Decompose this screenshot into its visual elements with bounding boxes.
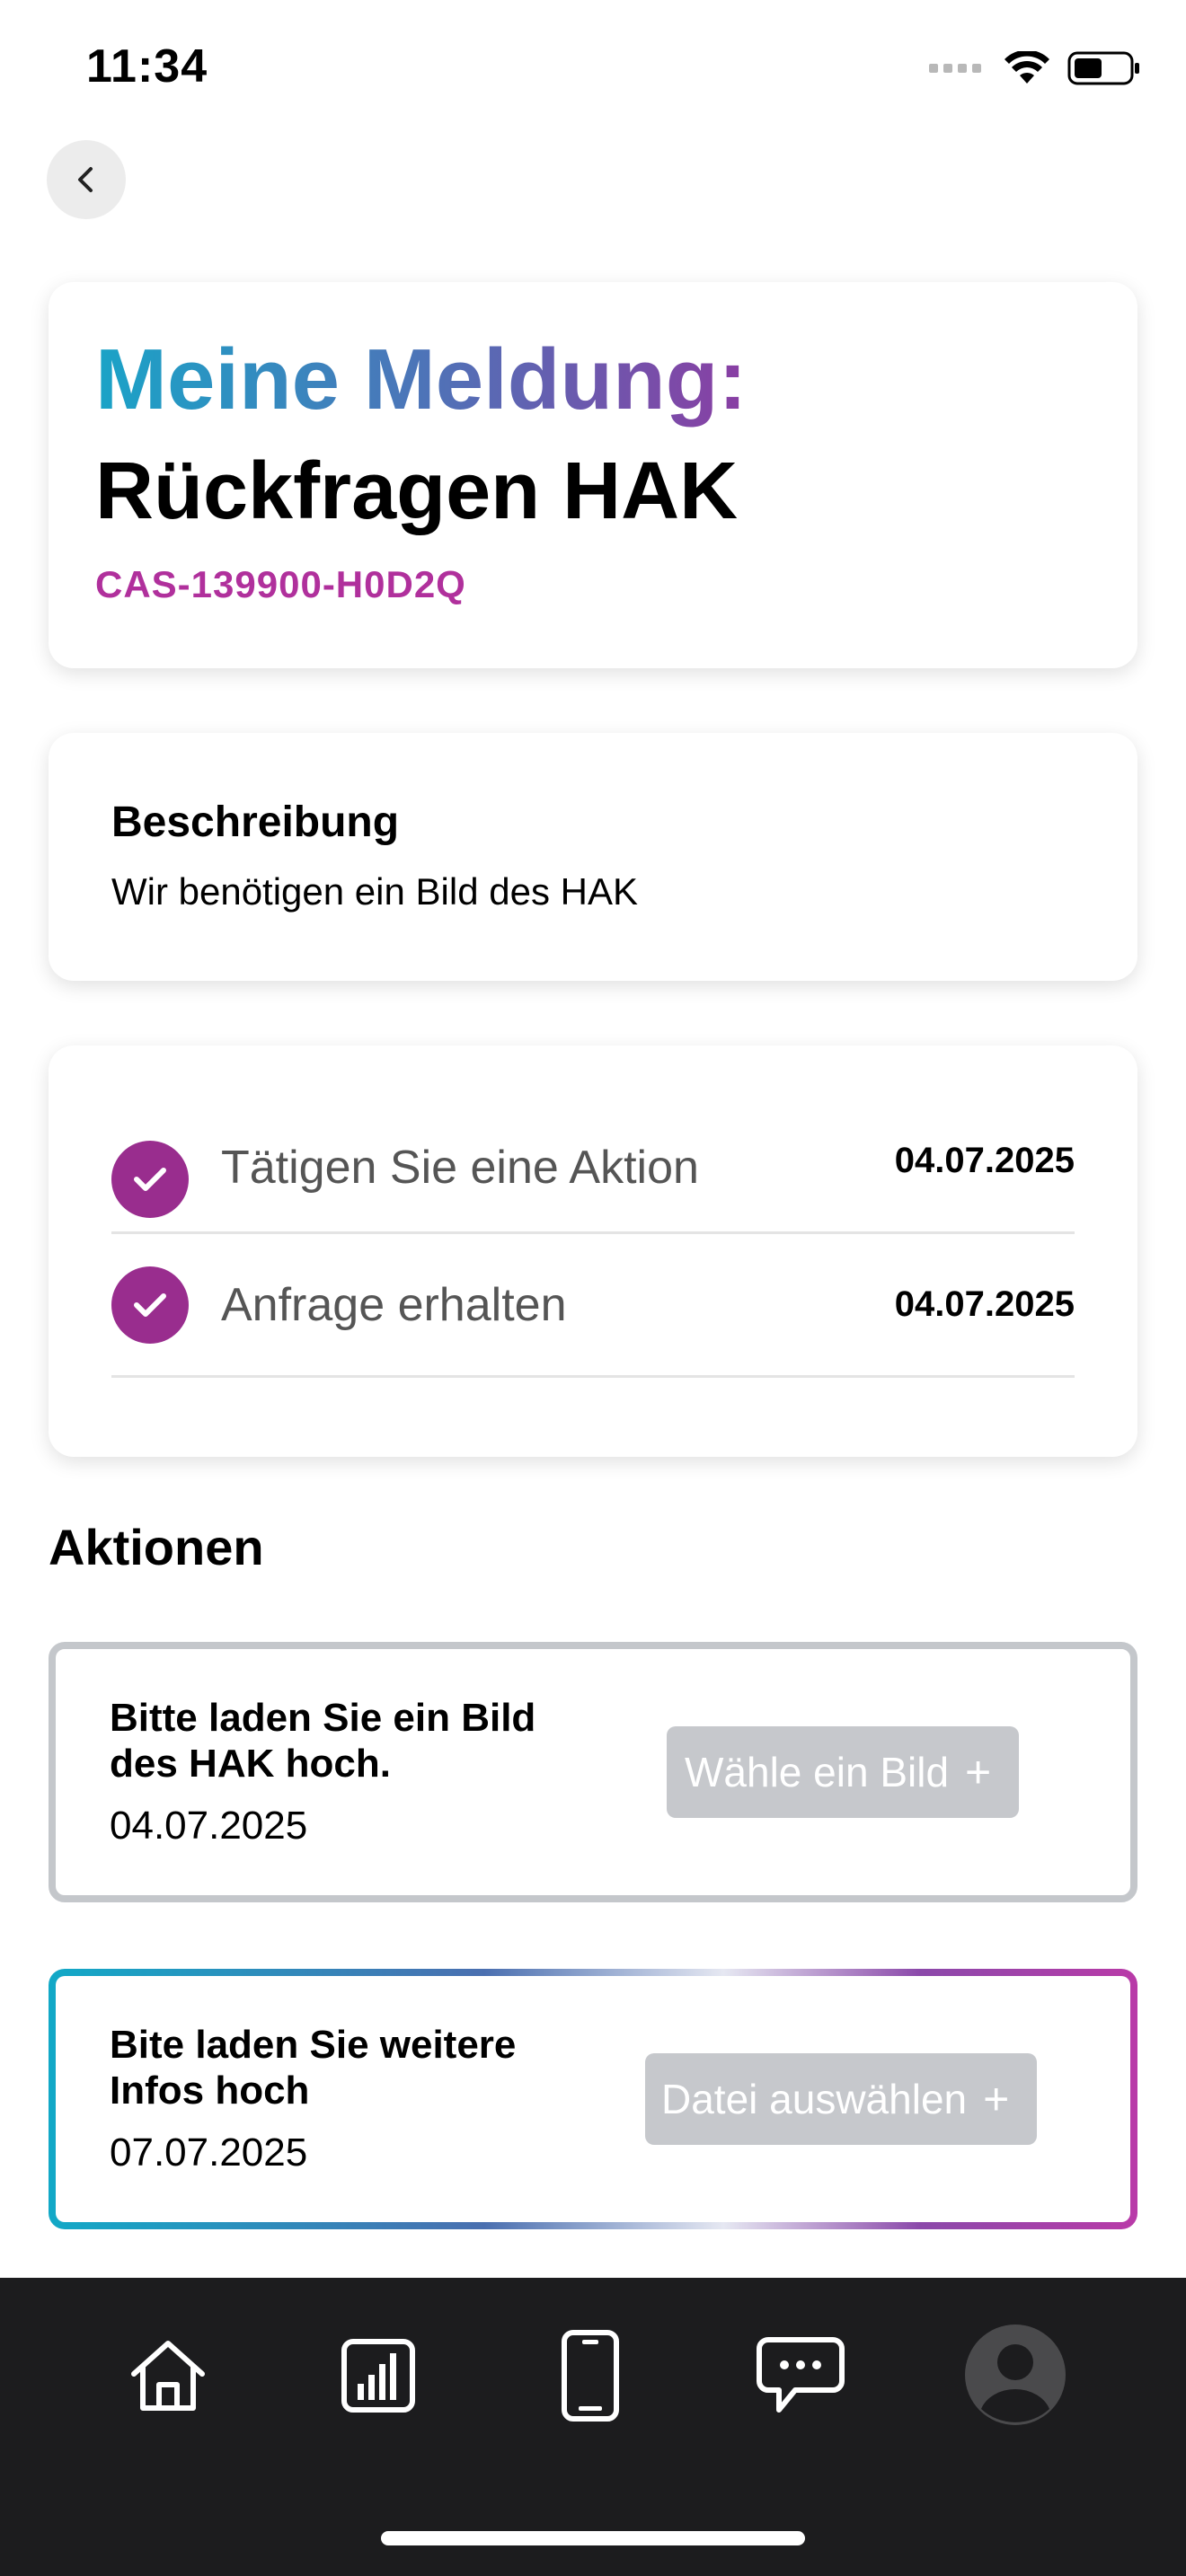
timeline-label: Tätigen Sie eine Aktion [221, 1142, 699, 1194]
action-title-line: Infos hoch [110, 2069, 310, 2113]
action-title: Bitte laden Sie ein Bild des HAK hoch. [110, 1696, 595, 1786]
check-icon [111, 1266, 189, 1344]
case-id: CAS-139900-H0D2Q [95, 562, 466, 605]
timeline-card: Tätigen Sie eine Aktion 04.07.2025 Anfra… [49, 1045, 1137, 1457]
chevron-left-icon [78, 167, 93, 192]
action-date: 04.07.2025 [110, 1803, 308, 1848]
home-icon[interactable] [119, 2326, 217, 2425]
page-title: Rückfragen HAK [95, 446, 739, 536]
profile-icon[interactable] [963, 2323, 1067, 2427]
action-title-line: Bite laden Sie weitere [110, 2023, 517, 2068]
battery-icon [1067, 51, 1139, 85]
action-date: 07.07.2025 [110, 2130, 308, 2175]
status-time: 11:34 [86, 40, 208, 93]
choose-image-button[interactable]: Wähle ein Bild + [667, 1726, 1019, 1818]
description-text: Wir benötigen ein Bild des HAK [111, 870, 638, 913]
action-card-upload-image: Bitte laden Sie ein Bild des HAK hoch. 0… [49, 1642, 1137, 1902]
description-card: Beschreibung Wir benötigen ein Bild des … [49, 733, 1137, 981]
choose-file-button[interactable]: Datei auswählen + [645, 2053, 1037, 2145]
description-label: Beschreibung [111, 798, 400, 846]
plus-icon: + [983, 2074, 1010, 2124]
signal-icon [929, 64, 981, 73]
timeline-label: Anfrage erhalten [221, 1278, 567, 1331]
button-label: Datei auswählen [661, 2076, 968, 2122]
timeline-date: 04.07.2025 [894, 1284, 1075, 1324]
button-label: Wähle ein Bild [685, 1749, 950, 1795]
check-icon [111, 1141, 189, 1218]
status-icons [929, 50, 1141, 86]
action-card-upload-info: Bite laden Sie weitere Infos hoch 07.07.… [49, 1969, 1137, 2229]
chat-icon[interactable] [751, 2326, 850, 2425]
page-title-prefix: Meine Meldung: [95, 331, 748, 428]
timeline-item: Anfrage erhalten 04.07.2025 [111, 1234, 1075, 1378]
timeline-date: 04.07.2025 [894, 1141, 1075, 1180]
wifi-icon [1005, 51, 1049, 84]
home-indicator [381, 2531, 805, 2545]
chart-icon[interactable] [329, 2326, 428, 2425]
back-button[interactable] [47, 140, 126, 219]
action-title: Bite laden Sie weitere Infos hoch [110, 2023, 595, 2113]
phone-icon[interactable] [541, 2326, 640, 2425]
report-header-card: Meine Meldung: Rückfragen HAK CAS-139900… [49, 282, 1137, 668]
action-title-line: Bitte laden Sie ein Bild [110, 1696, 536, 1741]
action-title-line: des HAK hoch. [110, 1742, 391, 1786]
timeline-item: Tätigen Sie eine Aktion 04.07.2025 [111, 1135, 1075, 1234]
plus-icon: + [965, 1747, 992, 1797]
status-bar: 11:34 [0, 0, 1186, 144]
action-text: Bite laden Sie weitere Infos hoch 07.07.… [110, 2023, 595, 2175]
actions-heading: Aktionen [49, 1519, 264, 1575]
action-text: Bitte laden Sie ein Bild des HAK hoch. 0… [110, 1696, 595, 1848]
